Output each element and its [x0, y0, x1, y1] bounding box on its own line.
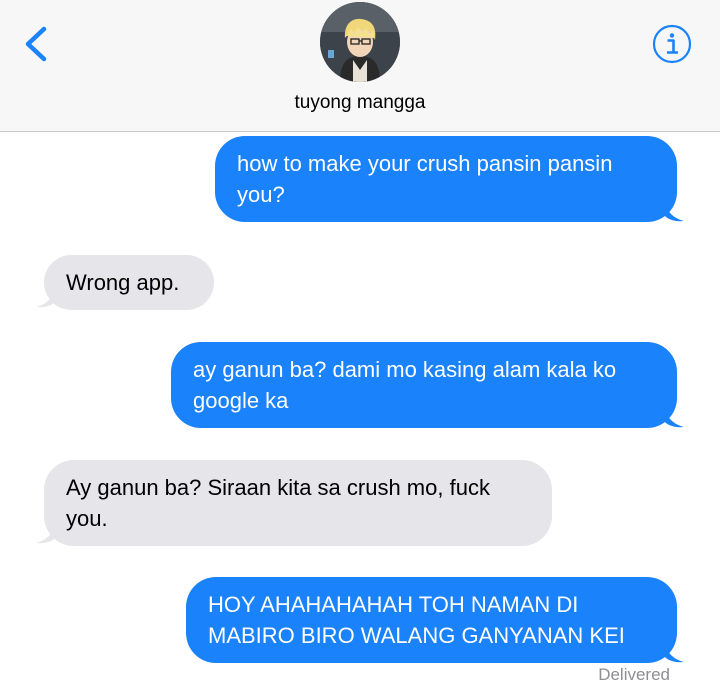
message-bubble-outgoing[interactable]: ay ganun ba? dami mo kasing alam kala ko…: [171, 342, 677, 428]
message-bubble-outgoing[interactable]: HOY AHAHAHAHAH TOH NAMAN DI MABIRO BIRO …: [186, 577, 677, 663]
info-button[interactable]: [652, 24, 692, 64]
message-bubble-incoming[interactable]: Wrong app.: [44, 255, 214, 310]
message-bubble-outgoing[interactable]: how to make your crush pansin pansin you…: [215, 136, 677, 222]
back-button[interactable]: [22, 24, 52, 64]
contact-name[interactable]: tuyong mangga: [0, 92, 720, 114]
message-thread: how to make your crush pansin pansin you…: [0, 133, 720, 694]
avatar[interactable]: [320, 2, 400, 82]
delivered-status: Delivered: [598, 665, 670, 684]
avatar-image: [320, 2, 400, 82]
info-icon: [652, 24, 692, 64]
message-bubble-incoming[interactable]: Ay ganun ba? Siraan kita sa crush mo, fu…: [44, 460, 552, 546]
chevron-left-icon: [25, 26, 47, 62]
conversation-header: tuyong mangga: [0, 0, 720, 132]
